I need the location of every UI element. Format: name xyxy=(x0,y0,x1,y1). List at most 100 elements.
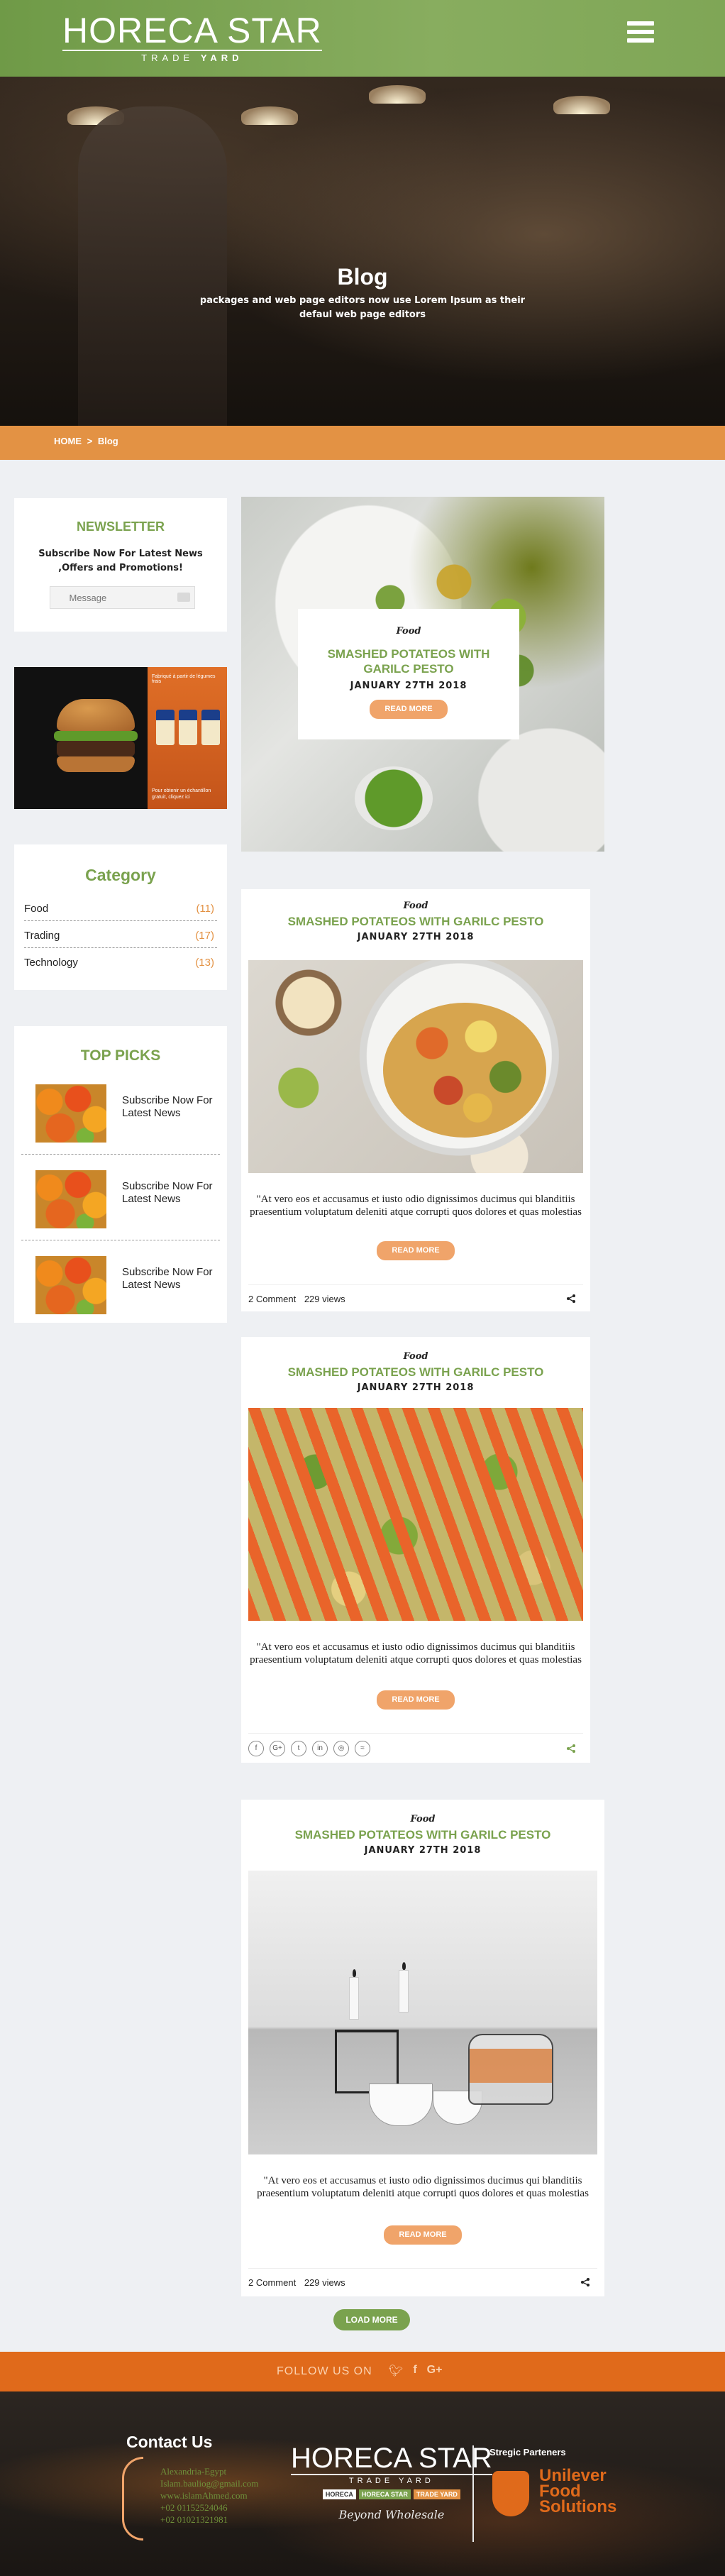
teapot xyxy=(468,2034,553,2105)
post-title[interactable]: SMASHED POTATEOS WITH GARILC PESTO xyxy=(319,646,498,676)
follow-bar: FOLLOW US ON 🐦︎ f G+ xyxy=(0,2352,725,2391)
product-jar xyxy=(201,710,220,745)
read-more-button[interactable]: READ MORE xyxy=(370,700,448,719)
read-more-button[interactable]: READ MORE xyxy=(377,1690,455,1710)
oranges-thumbnail xyxy=(35,1084,106,1143)
ad-banner[interactable]: Fabriqué à partir de légumes frais Pour … xyxy=(14,667,227,809)
site-footer: Contact Us Alexandria-Egypt Islam.baulio… xyxy=(0,2391,725,2576)
facebook-icon[interactable]: f xyxy=(248,1741,264,1756)
post-date: JANUARY 27TH 2018 xyxy=(350,681,467,691)
page-title: Blog xyxy=(337,264,388,290)
partner-name[interactable]: Unilever Food Solutions xyxy=(539,2467,617,2516)
post-title[interactable]: SMASHED POTATEOS WITH GARILC PESTO xyxy=(241,914,590,929)
top-pick-item[interactable]: Subscribe Now For Latest News xyxy=(21,1155,220,1240)
post-image[interactable] xyxy=(248,1871,597,2154)
google-plus-icon[interactable]: G+ xyxy=(270,1741,285,1756)
contact-lines: Alexandria-Egypt Islam.bauliog@gmail.com… xyxy=(160,2465,258,2526)
category-name: Technology xyxy=(24,957,78,969)
oranges-thumbnail xyxy=(35,1256,106,1314)
category-name: Food xyxy=(24,903,49,915)
mail-icon[interactable] xyxy=(177,593,190,602)
post-excerpt: "At vero eos et accusamus et iusto odio … xyxy=(257,2175,589,2199)
logo-main: HORECA STAR xyxy=(62,11,322,50)
share-icon[interactable] xyxy=(580,2277,590,2287)
post-footer: 2 Comment 229 views xyxy=(248,2268,597,2296)
footer-divider xyxy=(472,2445,474,2542)
category-count: (11) xyxy=(196,903,214,915)
breadcrumb-separator: > xyxy=(87,436,93,446)
category-item-trading[interactable]: Trading (17) xyxy=(24,921,217,948)
post-date: JANUARY 27TH 2018 xyxy=(357,932,475,942)
newsletter-card: NEWSLETTER Subscribe Now For Latest News… xyxy=(14,498,227,632)
post-title[interactable]: SMASHED POTATEOS WITH GARILC PESTO xyxy=(241,1827,604,1842)
newsletter-input[interactable] xyxy=(62,587,183,608)
pesto-bowl xyxy=(355,766,433,830)
footer-logo[interactable]: HORECA STAR TRADE YARD HORECA HORECA STA… xyxy=(291,2444,492,2521)
post-category: Food xyxy=(396,626,421,637)
ad-top-text: Fabriqué à partir de légumes frais xyxy=(152,674,216,684)
comment-count[interactable]: 2 Comment xyxy=(248,2277,296,2288)
category-item-technology[interactable]: Technology (13) xyxy=(24,948,217,975)
top-pick-text: Subscribe Now For Latest News xyxy=(122,1180,213,1205)
post-image[interactable] xyxy=(248,1408,583,1621)
hamburger-menu-icon[interactable] xyxy=(627,21,654,47)
contact-phone[interactable]: +02 01021321981 xyxy=(160,2514,258,2526)
post-image[interactable] xyxy=(248,960,583,1173)
read-more-button[interactable]: READ MORE xyxy=(377,1241,455,1260)
post-title[interactable]: SMASHED POTATEOS WITH GARILC PESTO xyxy=(241,1365,590,1380)
rss-icon[interactable]: ≈ xyxy=(355,1741,370,1756)
logo-sub: TRADE YARD xyxy=(62,50,322,63)
google-plus-icon[interactable]: G+ xyxy=(427,2364,443,2378)
lamp xyxy=(553,96,610,114)
category-title: Category xyxy=(85,866,156,884)
twitter-icon[interactable]: t xyxy=(291,1741,306,1756)
load-more-button[interactable]: LOAD MORE xyxy=(333,2309,410,2330)
contact-phone[interactable]: +02 01152524046 xyxy=(160,2501,258,2514)
ad-caption: Pour obtenir un échantillon gratuit, cli… xyxy=(152,788,211,800)
logo[interactable]: HORECA STAR TRADE YARD xyxy=(62,13,322,63)
follow-text: FOLLOW US ON xyxy=(277,2365,372,2377)
contact-title: Contact Us xyxy=(126,2433,213,2451)
candle xyxy=(349,1969,359,2020)
partners-title: Stregic Parteners xyxy=(489,2447,566,2457)
logo-sub-yard: YARD xyxy=(200,53,243,63)
top-picks-title: TOP PICKS xyxy=(80,1047,161,1064)
share-icon[interactable] xyxy=(566,1744,576,1754)
footer-tag: HORECA xyxy=(322,2489,356,2499)
footer-slogan: Beyond Wholesale xyxy=(338,2508,445,2521)
footer-tag: HORECA STAR xyxy=(358,2489,411,2499)
lamp xyxy=(241,106,298,125)
linkedin-icon[interactable]: in xyxy=(312,1741,328,1756)
view-count: 229 views xyxy=(304,1294,345,1304)
top-pick-item[interactable]: Subscribe Now For Latest News xyxy=(21,1069,220,1155)
post-footer: 2 Comment 229 views xyxy=(248,1284,583,1311)
twitter-icon[interactable]: 🐦︎ xyxy=(389,2364,403,2378)
post-excerpt: "At vero eos et accusamus et iusto odio … xyxy=(250,1194,582,1218)
candle xyxy=(399,1962,409,2013)
site-header: HORECA STAR TRADE YARD xyxy=(0,0,725,77)
top-pick-item[interactable]: Subscribe Now For Latest News xyxy=(21,1240,220,1326)
product-jar xyxy=(156,710,175,745)
top-pick-text: Subscribe Now For Latest News xyxy=(122,1094,213,1119)
read-more-button[interactable]: READ MORE xyxy=(384,2225,462,2245)
contact-email[interactable]: Islam.bauliog@gmail.com xyxy=(160,2477,258,2489)
post-date: JANUARY 27TH 2018 xyxy=(357,1382,475,1393)
footer-tag: TRADE YARD xyxy=(413,2489,460,2499)
category-card: Category Food (11) Trading (17) Technolo… xyxy=(14,844,227,990)
share-icon[interactable] xyxy=(566,1294,576,1304)
instagram-icon[interactable]: ◎ xyxy=(333,1741,349,1756)
post-category: Food xyxy=(410,1814,436,1824)
top-picks-card: TOP PICKS Subscribe Now For Latest News … xyxy=(14,1026,227,1323)
breadcrumb-home[interactable]: HOME xyxy=(54,436,82,446)
contact-website[interactable]: www.islamAhmed.com xyxy=(160,2489,258,2501)
facebook-icon[interactable]: f xyxy=(413,2364,416,2378)
follow-icons: 🐦︎ f G+ xyxy=(389,2364,442,2378)
featured-post-box: Food SMASHED POTATEOS WITH GARILC PESTO … xyxy=(298,609,519,739)
category-item-food[interactable]: Food (11) xyxy=(24,894,217,921)
logo-sub-trade: TRADE xyxy=(141,53,194,63)
post-footer: f G+ t in ◎ ≈ xyxy=(248,1733,583,1763)
newsletter-text: Subscribe Now For Latest News ,Offers an… xyxy=(38,549,203,573)
comment-count[interactable]: 2 Comment xyxy=(248,1294,296,1304)
newsletter-input-wrap xyxy=(50,586,195,609)
unilever-logo-icon[interactable] xyxy=(492,2471,529,2516)
